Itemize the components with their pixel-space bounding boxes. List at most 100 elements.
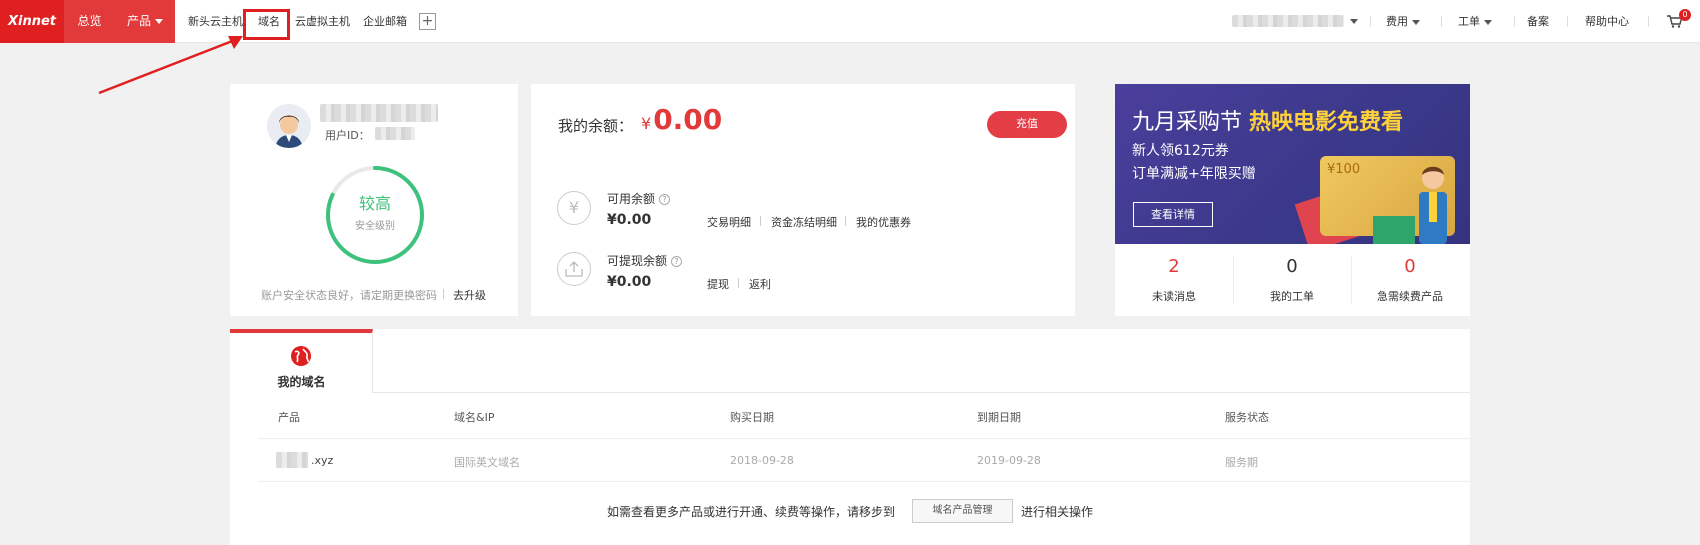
globe-icon [291, 346, 311, 366]
upload-icon [557, 252, 591, 286]
tab-label: 我的域名 [277, 375, 326, 389]
voucher-amount: ¥100 [1327, 162, 1361, 177]
stat-label: 我的工单 [1270, 290, 1314, 303]
stat-value: 0 [1286, 256, 1298, 277]
promo-title-part2: 热映电影免费看 [1249, 110, 1404, 135]
tab-bar-divider [373, 392, 1470, 393]
stat-my-tickets[interactable]: 0 我的工单 [1233, 244, 1351, 316]
chevron-down-icon [155, 19, 163, 24]
quicknav-virtual-host[interactable]: 云虚拟主机 [295, 0, 350, 43]
available-balance-value: ¥0.00 [607, 212, 652, 228]
xinnet-logo[interactable]: Xinnet [0, 0, 64, 43]
recharge-button[interactable]: 充值 [987, 111, 1067, 138]
table-cell-purchase-date: 2018-09-28 [730, 454, 794, 467]
divider [738, 278, 739, 288]
tickets-label: 工单 [1458, 15, 1480, 28]
available-balance-label: 可用余额 [607, 192, 656, 206]
divider [1648, 16, 1649, 27]
add-shortcut-button[interactable]: + [419, 13, 436, 30]
withdraw-link[interactable]: 提现 [707, 276, 729, 292]
column-header-product: 产品 [278, 411, 300, 424]
user-avatar-icon [267, 104, 311, 148]
rebate-link[interactable]: 返利 [749, 276, 771, 292]
stat-label: 急需续费产品 [1377, 290, 1443, 303]
username-redacted [1232, 15, 1344, 27]
security-gauge [326, 166, 424, 264]
column-header-service-status: 服务状态 [1225, 411, 1269, 424]
divider [845, 216, 846, 226]
balance-amount: ¥0.00 [641, 103, 722, 136]
upload-glyph-icon [565, 261, 583, 277]
security-level-label: 安全级别 [355, 221, 395, 232]
chevron-down-icon [1484, 19, 1492, 25]
withdrawable-balance-title: 可提现余额? [607, 252, 683, 269]
yen-icon: ¥ [557, 191, 591, 225]
stat-value: 0 [1404, 256, 1416, 277]
balance-card: 我的余额： ¥0.00 充值 ¥ 可用余额? ¥0.00 交易明细 资金冻结明细… [531, 84, 1075, 316]
balance-amount-value: 0.00 [653, 103, 723, 136]
gift-box-graphic [1373, 216, 1415, 244]
help-icon[interactable]: ? [659, 194, 671, 205]
transaction-details-link[interactable]: 交易明细 [707, 214, 751, 230]
fees-menu[interactable]: 费用 [1386, 0, 1420, 43]
table-cell-expiry-date: 2019-09-28 [977, 454, 1041, 467]
security-level-value: 较高 [358, 194, 391, 213]
balance-label: 我的余额： [558, 117, 634, 135]
nav-products-label: 产品 [126, 14, 151, 28]
column-header-expiry-date: 到期日期 [977, 411, 1021, 424]
mascot-illustration [1419, 166, 1447, 244]
cart-count-badge: 0 [1679, 9, 1691, 21]
row-divider [258, 481, 1470, 482]
divider [1441, 16, 1442, 27]
stat-unread-messages[interactable]: 2 未读消息 [1115, 244, 1233, 316]
available-balance-title: 可用余额? [607, 190, 671, 207]
manage-tip-text: 如需查看更多产品或进行开通、续费等操作，请移步到 [607, 505, 896, 519]
top-navigation-bar: Xinnet 总览 产品 新头云主机 域名 云虚拟主机 企业邮箱 + 费用 工单… [0, 0, 1700, 43]
user-menu-chevron-icon[interactable] [1350, 19, 1358, 24]
promo-title: 九月采购节 热映电影免费看 [1132, 104, 1403, 136]
view-details-button[interactable]: 查看详情 [1133, 202, 1213, 227]
withdrawable-balance-value: ¥0.00 [607, 274, 652, 290]
upgrade-security-link[interactable]: 去升级 [453, 287, 486, 303]
domain-management-button[interactable]: 域名产品管理 [912, 499, 1013, 523]
promo-line-1: 新人领612元券 [1132, 143, 1229, 159]
currency-symbol: ¥ [641, 114, 652, 133]
my-domains-panel: 我的域名 产品 域名&IP 购买日期 到期日期 服务状态 .xyz 国际英文域名… [230, 329, 1470, 545]
user-id-label: 用户ID： [325, 129, 370, 142]
table-cell-product[interactable]: .xyz [311, 454, 333, 467]
promo-banner[interactable]: ¥100 九月采购节 热映电影免费看 新人领612元券 订单满减+年限买赠 查看… [1115, 84, 1470, 244]
divider [1370, 16, 1371, 27]
fees-label: 费用 [1386, 15, 1408, 28]
withdrawable-balance-label: 可提现余额 [607, 254, 668, 268]
column-header-domain-ip: 域名&IP [454, 411, 495, 424]
table-cell-status: 服务期 [1225, 456, 1258, 469]
stat-value: 2 [1168, 256, 1180, 277]
divider [443, 289, 444, 299]
stat-label: 未读消息 [1152, 290, 1196, 303]
icp-link[interactable]: 备案 [1527, 0, 1549, 43]
tab-my-domains[interactable]: 我的域名 [230, 329, 373, 393]
my-coupons-link[interactable]: 我的优惠券 [856, 214, 911, 230]
header-divider [258, 438, 1470, 439]
divider [1567, 16, 1568, 27]
help-icon[interactable]: ? [671, 256, 683, 267]
security-tip-text: 账户安全状态良好，请定期更换密码 [261, 289, 437, 302]
promo-card: ¥100 九月采购节 热映电影免费看 新人领612元券 订单满减+年限买赠 查看… [1115, 84, 1470, 316]
domain-name-redacted [276, 452, 308, 468]
promo-title-part1: 九月采购节 [1132, 110, 1243, 135]
divider [1514, 16, 1515, 27]
tickets-menu[interactable]: 工单 [1458, 0, 1492, 43]
account-name-redacted [320, 104, 438, 122]
divider [760, 216, 761, 226]
frozen-funds-link[interactable]: 资金冻结明细 [771, 214, 837, 230]
manage-tip-text-2: 进行相关操作 [1021, 505, 1094, 519]
table-cell-domain-type: 国际英文域名 [454, 456, 520, 469]
promo-line-2: 订单满减+年限买赠 [1132, 166, 1256, 182]
chevron-down-icon [1412, 19, 1420, 25]
avatar[interactable] [267, 104, 311, 148]
quicknav-enterprise-mail[interactable]: 企业邮箱 [363, 0, 407, 43]
stat-renewal-needed[interactable]: 0 急需续费产品 [1351, 244, 1469, 316]
user-id-redacted [375, 127, 415, 140]
help-center-link[interactable]: 帮助中心 [1585, 0, 1629, 43]
account-security-card: 用户ID： 较高 安全级别 账户安全状态良好，请定期更换密码 去升级 [230, 84, 518, 316]
